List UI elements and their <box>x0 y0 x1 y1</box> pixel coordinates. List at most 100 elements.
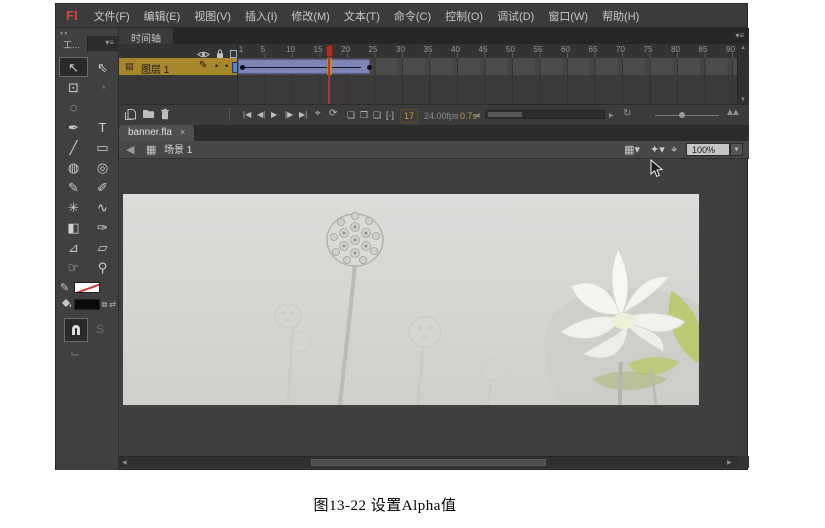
center-frame-icon[interactable]: ⌖ <box>671 143 677 157</box>
fill-color-row: ⧉ ⇄ <box>60 296 116 313</box>
layer-visibility-dot[interactable]: • <box>215 61 218 71</box>
scroll-right-icon[interactable]: ▶ <box>727 459 732 466</box>
timeline-panel-menu-icon[interactable]: ▾≡ <box>735 31 744 40</box>
step-forward-icon[interactable]: |▶ <box>285 109 293 121</box>
hand-tool[interactable]: ☞ <box>59 257 88 277</box>
timeline-vertical-scrollbar[interactable]: ▲ ▼ <box>737 44 749 104</box>
straighten-option-icon[interactable]: ⌙ <box>70 346 80 360</box>
eyedropper-tool[interactable]: ⊿ <box>59 237 88 257</box>
scroll-thumb[interactable] <box>311 459 546 466</box>
line-tool[interactable]: ╱ <box>59 137 88 157</box>
onion-skin-icon[interactable]: ❏ <box>347 109 355 121</box>
repeat-icon[interactable]: ↻ <box>623 108 631 120</box>
timeline-zoom-knob[interactable] <box>679 112 685 118</box>
stroke-color-swatch[interactable] <box>74 282 100 293</box>
go-to-last-frame-icon[interactable]: ▶| <box>299 109 307 121</box>
brush-tool[interactable]: ✐ <box>88 177 117 197</box>
onion-skin-outlines-icon[interactable]: ❐ <box>360 109 368 121</box>
close-icon[interactable]: × <box>180 127 185 137</box>
menu-item-0[interactable]: 文件(F) <box>94 8 130 24</box>
menu-item-1[interactable]: 编辑(E) <box>144 8 181 24</box>
menu-item-2[interactable]: 视图(V) <box>194 8 231 24</box>
edit-multiple-frames-icon[interactable]: ❑ <box>373 109 381 121</box>
paint-bucket-tool[interactable]: ◧ <box>59 217 88 237</box>
play-icon[interactable]: ▶ <box>271 109 277 121</box>
zoom-level-input[interactable]: 100% <box>686 143 730 156</box>
lasso-tool[interactable]: ◌ <box>59 97 88 117</box>
menu-item-4[interactable]: 修改(M) <box>291 8 330 24</box>
zoom-dropdown-icon[interactable]: ▼ <box>730 143 743 156</box>
ink-bottle-tool[interactable]: ✑ <box>88 217 117 237</box>
menu-item-5[interactable]: 文本(T) <box>344 8 380 24</box>
3d-rotation-tool[interactable]: ◔ <box>88 77 117 97</box>
ruler-label-15: 15 <box>309 45 327 54</box>
pasteboard[interactable]: ▲ ▼ <box>119 159 737 456</box>
stroke-pencil-icon: ✎ <box>60 281 74 294</box>
layer-name[interactable]: 图层 1 <box>141 61 169 76</box>
stage-horizontal-scrollbar[interactable]: ◀ ▶ <box>119 456 749 468</box>
new-folder-button[interactable] <box>142 108 155 119</box>
oval-tool[interactable]: ◍ <box>59 157 88 177</box>
timeline-horizontal-scrollbar[interactable] <box>485 110 605 119</box>
edit-symbols-icon[interactable]: ✦▾ <box>650 143 665 157</box>
snap-to-objects-button[interactable] <box>64 318 88 342</box>
document-tab-label[interactable]: banner.fla <box>128 127 172 138</box>
deco-tool[interactable]: ✳ <box>59 197 88 217</box>
layer-lock-dot[interactable]: • <box>225 61 228 71</box>
timeline-status-bar: |◀◀|▶|▶▶| ⌖⟳ ❏❐❑[·] 17 24.00fps 0.7s ◀ ▶… <box>119 104 749 125</box>
selection-tool[interactable]: ↖ <box>59 57 88 77</box>
frames-area[interactable]: 151015202530354045505560657075808590 <box>238 44 737 104</box>
pen-tool[interactable]: ✒ <box>59 117 88 137</box>
timeline-zoom-slider[interactable] <box>655 115 719 116</box>
current-frame-indicator[interactable]: 17 <box>400 109 418 123</box>
scroll-left-icon[interactable]: ◀ <box>122 459 127 466</box>
default-colors-icon[interactable]: ⧉ <box>102 300 108 310</box>
loop-icon[interactable]: ⟳ <box>329 108 337 120</box>
smooth-option-label[interactable]: S <box>96 322 104 336</box>
menu-item-6[interactable]: 命令(C) <box>394 8 431 24</box>
menu-item-10[interactable]: 帮助(H) <box>602 8 639 24</box>
keyframe-end-dot[interactable] <box>367 65 372 70</box>
document-tab[interactable]: banner.fla × <box>119 125 194 141</box>
stage-image[interactable] <box>123 194 699 405</box>
layer-icon: ▤ <box>125 61 134 72</box>
layer-frames-row[interactable] <box>238 58 737 75</box>
delete-layer-button[interactable] <box>160 108 170 120</box>
edit-scene-icon[interactable]: ▦▾ <box>624 143 640 157</box>
menu-item-7[interactable]: 控制(O) <box>445 8 483 24</box>
menu-item-9[interactable]: 窗口(W) <box>548 8 588 24</box>
free-transform-tool[interactable]: ⊡ <box>59 77 88 97</box>
bone-tool[interactable]: ∿ <box>88 197 117 217</box>
new-layer-button[interactable] <box>124 108 137 121</box>
eraser-tool[interactable]: ▱ <box>88 237 117 257</box>
panel-menu-icon[interactable]: ▾≡ <box>105 38 114 47</box>
subselection-tool[interactable]: ⇖ <box>88 57 117 77</box>
back-icon[interactable]: ◀ <box>126 143 134 157</box>
modify-markers-icon[interactable]: [·] <box>386 109 394 121</box>
layer-row[interactable]: ▤ 图层 1 ✎ • • <box>119 58 237 75</box>
menu-item-3[interactable]: 插入(I) <box>245 8 277 24</box>
motion-tween-span[interactable] <box>238 59 370 74</box>
playhead-handle[interactable] <box>326 45 333 57</box>
scene-label[interactable]: 场景 1 <box>164 144 192 158</box>
ruler-label-40: 40 <box>447 45 465 54</box>
timeline-scroll-right-icon[interactable]: ▶ <box>609 110 614 122</box>
pencil-tool[interactable]: ✎ <box>59 177 88 197</box>
zoom-tool[interactable]: ⚲ <box>88 257 117 277</box>
timeline-scroll-left-icon[interactable]: ◀ <box>475 110 480 122</box>
step-back-icon[interactable]: ◀| <box>257 109 265 121</box>
rectangle-tool[interactable]: ▭ <box>88 137 117 157</box>
timeline-scroll-thumb[interactable] <box>488 112 522 117</box>
fill-color-swatch[interactable] <box>74 299 100 310</box>
center-frame-icon[interactable]: ⌖ <box>315 108 321 120</box>
frame-ruler[interactable]: 151015202530354045505560657075808590 <box>238 44 737 58</box>
tab-tools[interactable]: 工... <box>56 36 88 52</box>
frame-rate-indicator[interactable]: 24.00fps <box>424 110 459 122</box>
go-to-first-frame-icon[interactable]: |◀ <box>243 109 251 121</box>
polystar-tool[interactable]: ◎ <box>88 157 117 177</box>
menu-item-8[interactable]: 调试(D) <box>497 8 534 24</box>
text-tool[interactable]: T <box>88 117 117 137</box>
swap-colors-icon[interactable]: ⇄ <box>109 300 116 309</box>
scroll-down-icon[interactable]: ▼ <box>740 97 746 103</box>
scroll-up-icon[interactable]: ▲ <box>740 45 746 51</box>
